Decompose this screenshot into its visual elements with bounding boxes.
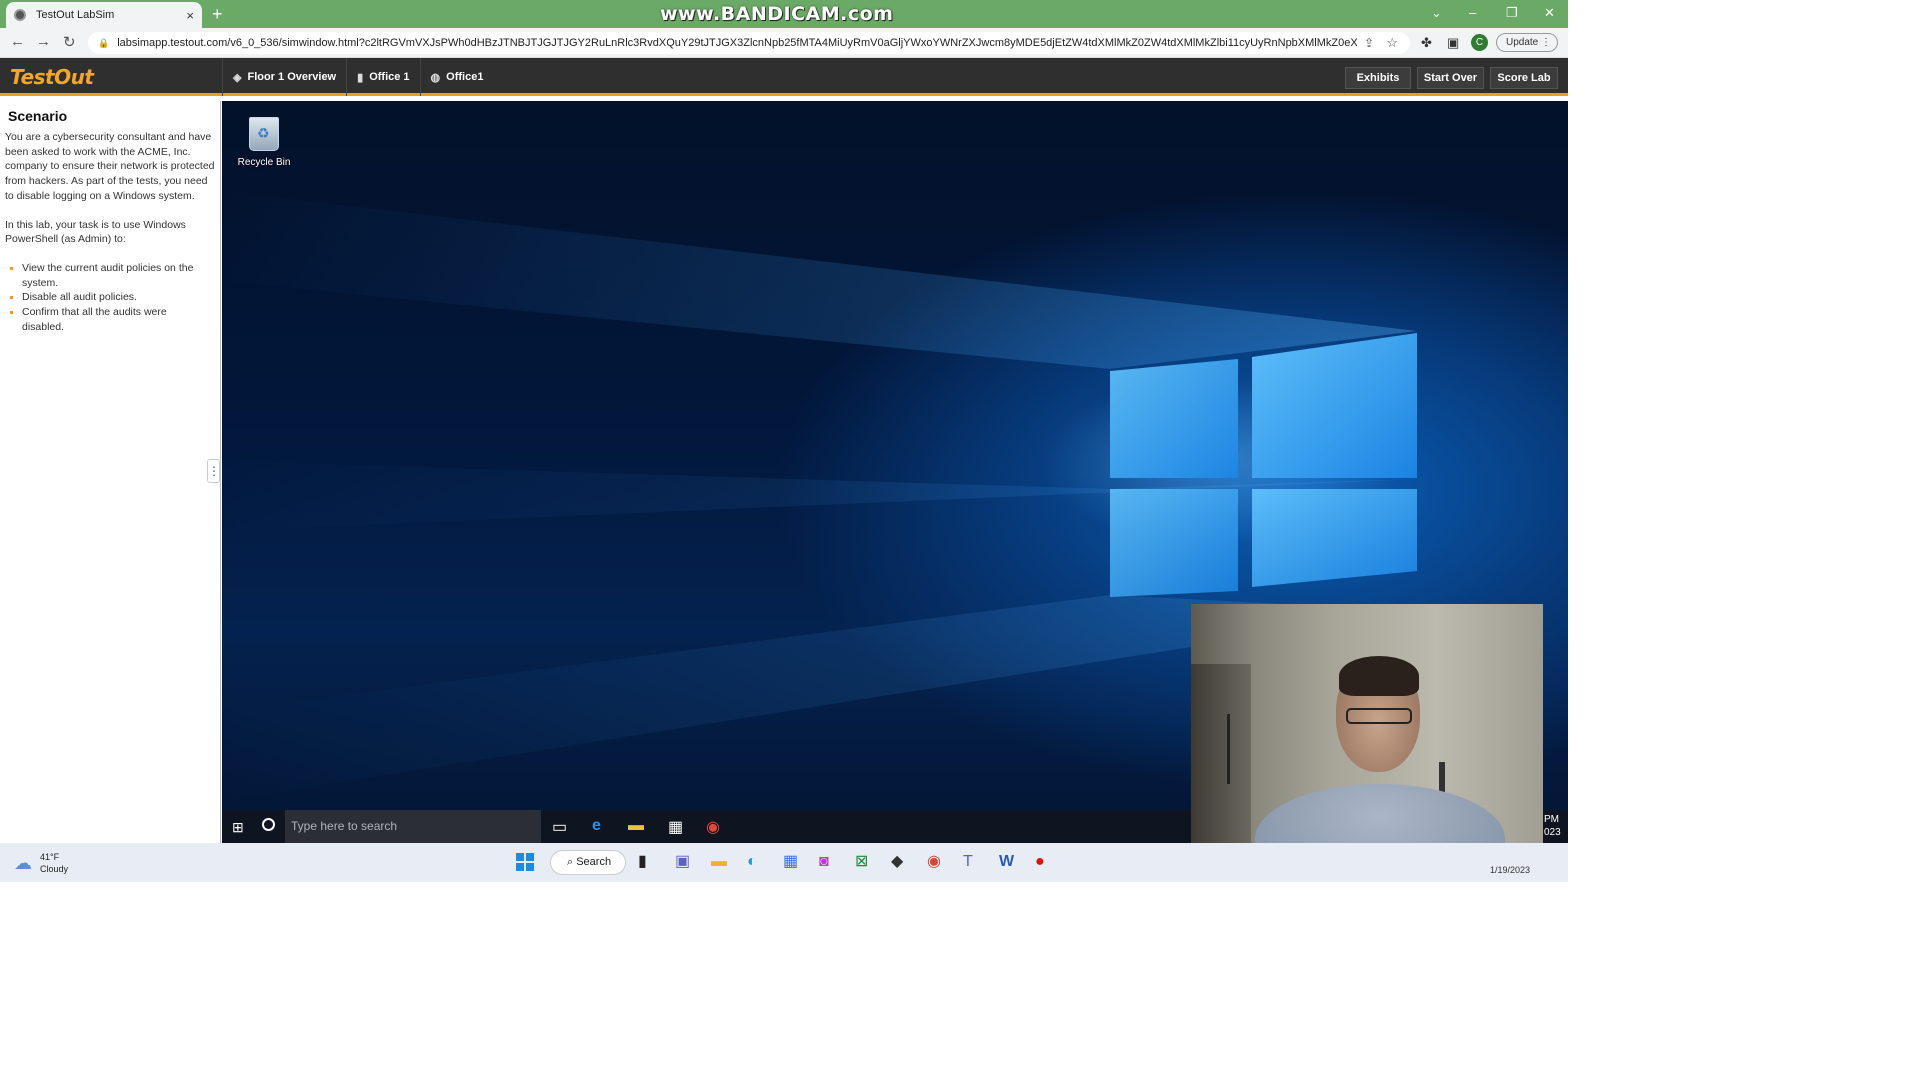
forward-icon[interactable]: → (36, 33, 51, 50)
webcam-person-hair (1339, 656, 1419, 696)
teams-icon[interactable]: T (963, 853, 973, 871)
scenario-panel: Scenario You are a cybersecurity consult… (0, 101, 221, 843)
score-lab-button[interactable]: Score Lab (1490, 67, 1558, 89)
restore-button[interactable]: ❐ (1506, 5, 1518, 21)
side-panel-icon[interactable]: ▣ (1447, 35, 1459, 51)
breadcrumb-floor-overview[interactable]: ◈ Floor 1 Overview (222, 58, 346, 96)
breadcrumb-computer[interactable]: ◍ Office1 (419, 58, 494, 96)
edge-legacy-icon[interactable]: e (592, 817, 601, 835)
browser-tab[interactable]: TestOut LabSim × (6, 2, 202, 28)
minimize-button[interactable]: – (1469, 5, 1476, 20)
tab-title: TestOut LabSim (36, 9, 115, 21)
sim-clock-date: 023 (1544, 827, 1561, 838)
file-explorer-icon[interactable]: ▬ (628, 817, 644, 835)
back-icon[interactable]: ← (10, 33, 25, 50)
cloud-icon: ☁ (14, 852, 32, 873)
weather-condition: Cloudy (40, 864, 69, 874)
browser-toolbar: ← → ↻ 🔒 labsimapp.testout.com/v6_0_536/s… (0, 28, 1568, 58)
profile-avatar[interactable]: C (1471, 34, 1488, 51)
update-label: Update (1506, 37, 1539, 48)
xbox-icon[interactable]: ⊠ (855, 853, 868, 871)
chrome-icon[interactable]: ◉ (706, 817, 720, 837)
chevron-down-icon[interactable]: ⌄ (1431, 5, 1442, 21)
recycle-bin-label: Recycle Bin (237, 157, 291, 168)
scenario-paragraph: You are a cybersecurity consultant and h… (5, 131, 215, 202)
chrome-icon[interactable]: ◉ (927, 853, 941, 871)
host-clock-date: 1/19/2023 (1490, 865, 1531, 875)
virtualbox-icon[interactable]: ◆ (891, 853, 903, 871)
extensions-icon[interactable]: ✤ (1421, 35, 1432, 51)
lock-icon[interactable]: 🔒 (98, 38, 109, 49)
breadcrumb: ◈ Floor 1 Overview ▮ Office 1 ◍ Office1 (222, 58, 493, 96)
file-explorer-icon[interactable]: ▬ (711, 853, 727, 871)
store-icon[interactable]: ▦ (668, 817, 683, 837)
webcam-person-glasses (1346, 708, 1412, 724)
new-tab-button[interactable]: + (212, 4, 223, 24)
breadcrumb-office[interactable]: ▮ Office 1 (346, 58, 419, 96)
windows-start-icon[interactable]: ⊞ (232, 819, 244, 836)
computer-icon: ◍ (430, 71, 441, 84)
weather-temperature: 41°F (40, 852, 60, 862)
store-icon[interactable]: ▦ (783, 853, 798, 871)
start-over-button[interactable]: Start Over (1417, 67, 1484, 89)
sim-clock-time: PM (1544, 814, 1559, 825)
screen: TestOut LabSim × + www.BANDICAM.com ⌄ – … (0, 0, 1568, 882)
close-window-button[interactable]: ✕ (1544, 5, 1555, 21)
testout-logo: TestOut (10, 65, 94, 89)
taskbar-search-input[interactable]: Type here to search (285, 810, 541, 843)
globe-icon (14, 9, 26, 21)
scenario-title: Scenario (8, 108, 68, 124)
task-view-icon[interactable]: ▮ (638, 853, 647, 871)
testout-header: TestOut ◈ Floor 1 Overview ▮ Office 1 ◍ … (0, 58, 1568, 96)
layers-icon: ◈ (233, 71, 242, 84)
task-list: View the current audit policies on the s… (8, 261, 220, 335)
panel-resize-handle[interactable]: ⋮ (207, 459, 220, 483)
windows-start-icon[interactable] (516, 853, 534, 871)
close-tab-button[interactable]: × (186, 8, 194, 23)
camera-app-icon[interactable]: ◙ (819, 853, 829, 871)
webcam-overlay (1191, 604, 1543, 868)
exhibits-button[interactable]: Exhibits (1345, 67, 1411, 89)
reload-icon[interactable]: ↻ (63, 33, 76, 51)
task-item: Confirm that all the audits were disable… (8, 305, 210, 334)
task-item: View the current audit policies on the s… (8, 261, 210, 290)
share-icon[interactable]: ⇪ (1364, 36, 1374, 50)
update-button[interactable]: Update ⋮ (1496, 33, 1558, 52)
breadcrumb-label: Office 1 (369, 71, 410, 83)
breadcrumb-label: Floor 1 Overview (247, 71, 337, 83)
url-text[interactable]: labsimapp.testout.com/v6_0_536/simwindow… (117, 37, 1357, 49)
address-bar[interactable]: 🔒 labsimapp.testout.com/v6_0_536/simwind… (88, 32, 1410, 54)
task-view-icon[interactable]: ▭ (552, 817, 567, 837)
teams-chat-icon[interactable]: ▣ (675, 853, 690, 871)
recycle-bin-icon (249, 117, 279, 151)
edge-icon[interactable]: ◐ (747, 853, 757, 871)
browser-tab-strip: TestOut LabSim × + www.BANDICAM.com ⌄ – … (0, 0, 1568, 28)
host-search-button[interactable]: ⌕ Search (550, 850, 626, 875)
task-item: Disable all audit policies. (8, 290, 210, 305)
bookmark-star-icon[interactable]: ☆ (1386, 35, 1398, 51)
host-search-label: Search (576, 856, 612, 868)
breadcrumb-label: Office1 (446, 71, 484, 83)
webcam-lamp (1439, 762, 1445, 792)
word-icon[interactable]: W (999, 853, 1014, 871)
building-icon: ▮ (357, 71, 364, 84)
webcam-wall-frames (1227, 714, 1251, 784)
scenario-task-intro: In this lab, your task is to use Windows… (5, 218, 186, 246)
cortana-icon[interactable] (262, 818, 275, 831)
weather-widget[interactable]: ☁ 41°F Cloudy (14, 851, 68, 875)
host-taskbar: ☁ 41°F Cloudy ⌕ Search ▮ ▣ ▬ ◐ ▦ ◙ ⊠ ◆ ◉… (0, 843, 1568, 882)
recorder-watermark: www.BANDICAM.com (660, 3, 894, 25)
recycle-bin[interactable]: Recycle Bin (236, 117, 292, 168)
bandicam-record-icon[interactable]: ● (1035, 853, 1045, 871)
